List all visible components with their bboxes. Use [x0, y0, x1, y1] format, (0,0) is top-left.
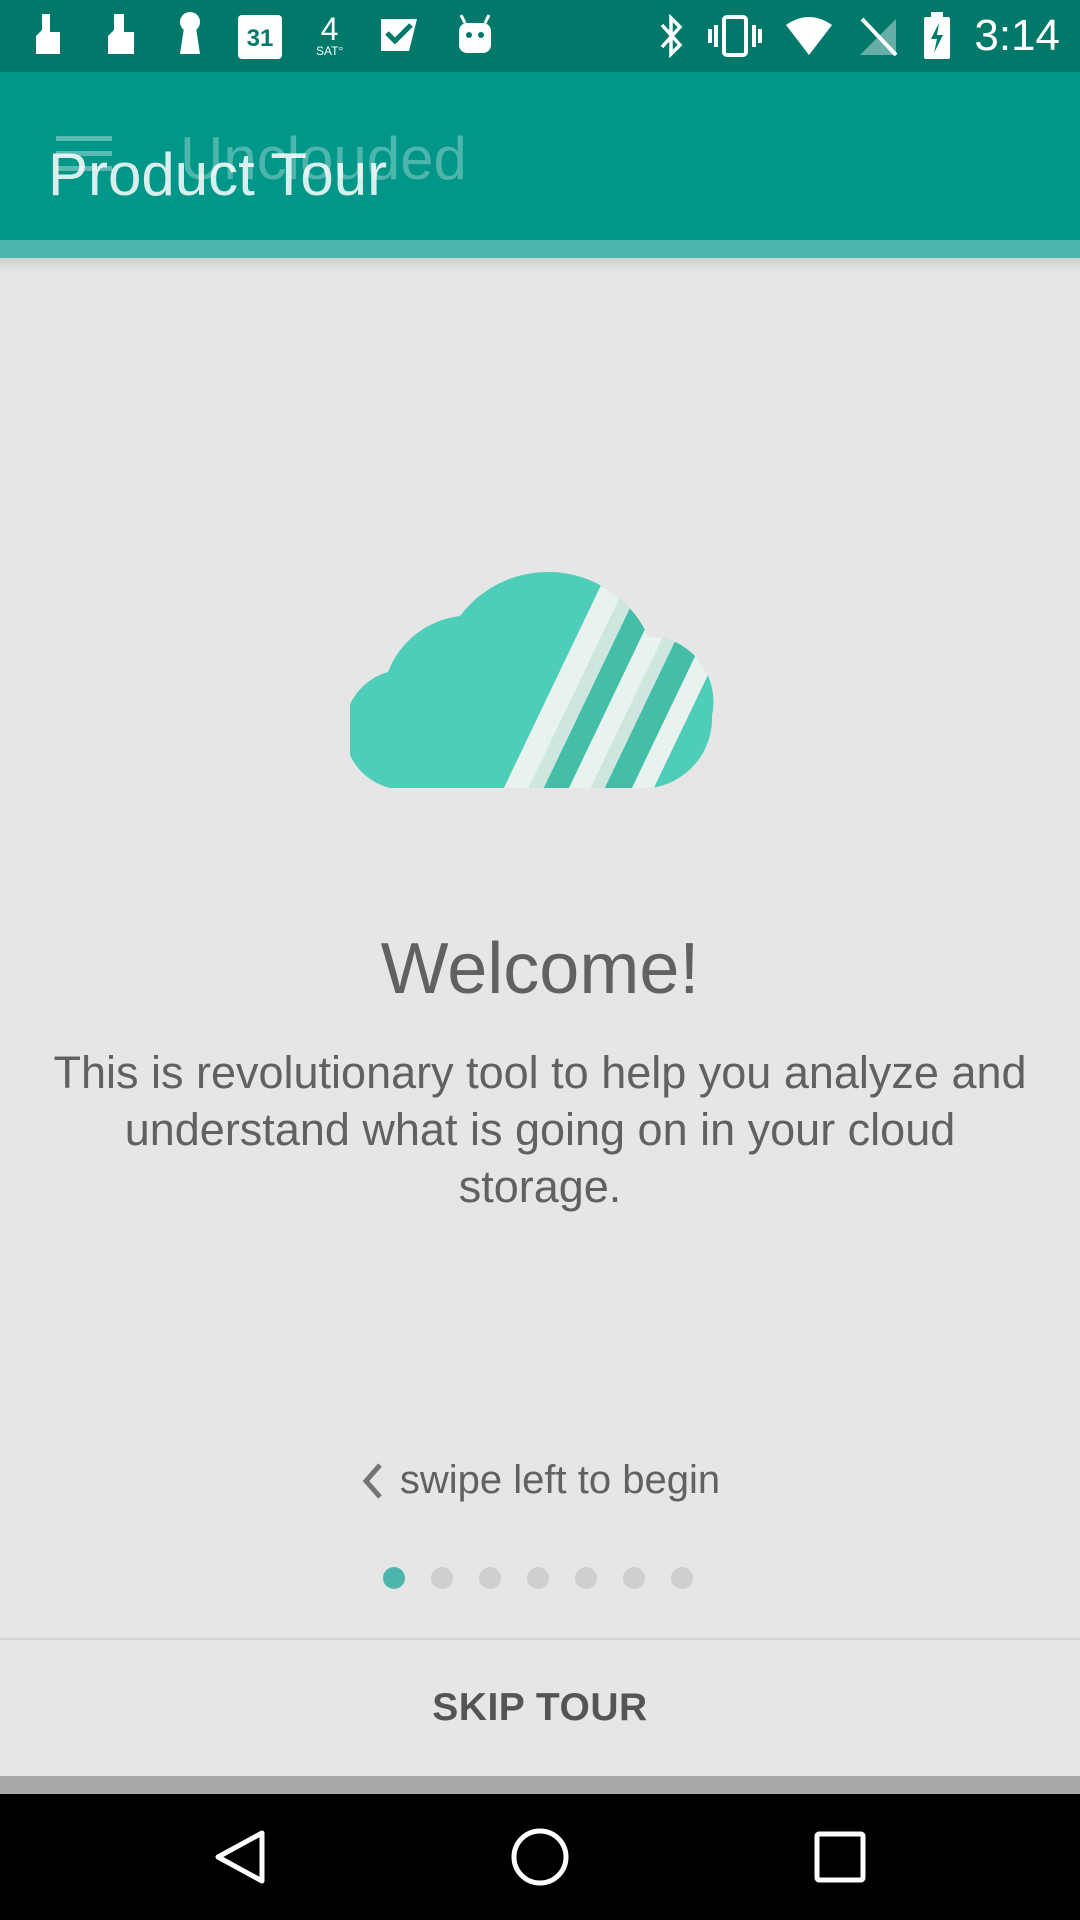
page-title: Product Tour [48, 141, 388, 208]
battery-charging-icon [924, 12, 951, 59]
inbox-check-icon [381, 19, 418, 51]
no-signal-icon [860, 17, 898, 57]
chevron-left-icon [362, 1462, 382, 1499]
page-dot [575, 1567, 597, 1589]
home-button[interactable] [460, 1794, 620, 1920]
app-bar-shadow [0, 258, 1080, 272]
weather-icon: 4 SAT° [316, 13, 343, 57]
page-indicator [383, 1567, 693, 1589]
weather-value: 4 [320, 11, 339, 47]
page-dot [479, 1567, 501, 1589]
swipe-hint-label: swipe left to begin [399, 1458, 721, 1502]
calendar-icon: 31 [238, 11, 282, 59]
page-dot [671, 1567, 693, 1589]
hand-pointer-icon [36, 14, 60, 54]
app-bar-bottom-band [0, 240, 1080, 258]
navigation-bar [0, 1794, 1080, 1920]
welcome-description: This is revolutionary tool to help you a… [53, 1047, 1027, 1212]
skip-tour-button[interactable]: SKIP TOUR [0, 1640, 1080, 1776]
back-icon [215, 1830, 265, 1884]
status-time: 3:14 [974, 11, 1060, 60]
vibrate-icon [708, 15, 763, 57]
page-dot-active [383, 1567, 405, 1589]
home-icon [511, 1828, 569, 1886]
welcome-heading: Welcome! [380, 929, 700, 1009]
cloud-logo-icon [350, 571, 714, 788]
page-dot [431, 1567, 453, 1589]
back-button[interactable] [160, 1794, 320, 1920]
status-bar: 31 4 SAT° 3:14 [0, 0, 1080, 72]
page-dot [623, 1567, 645, 1589]
bluetooth-icon [661, 13, 683, 59]
notification-icons: 31 4 SAT° [28, 10, 495, 60]
recents-button[interactable] [760, 1794, 920, 1920]
swipe-hint: swipe left to begin [0, 1458, 1080, 1503]
wifi-icon [786, 17, 833, 55]
keyhole-icon [180, 12, 200, 54]
calendar-day: 31 [246, 25, 274, 52]
bottom-strip [0, 1776, 1080, 1794]
page-dot [527, 1567, 549, 1589]
system-icons: 3:14 [656, 10, 1060, 62]
weather-day: SAT° [316, 44, 344, 58]
android-icon [459, 14, 492, 53]
hand-pointer-alt-icon [108, 14, 134, 54]
recents-icon [814, 1831, 866, 1883]
